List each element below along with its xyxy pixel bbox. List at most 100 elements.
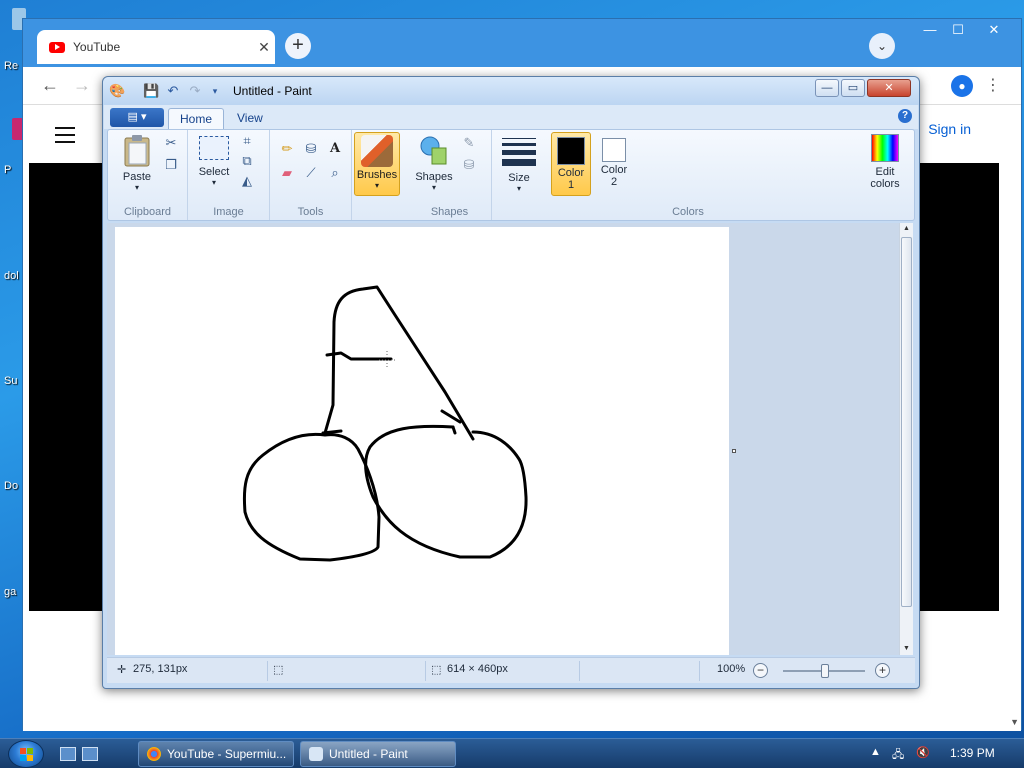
fill-bucket-icon[interactable]: ⛁ (302, 140, 320, 158)
color1-swatch (557, 137, 585, 165)
more-menu-icon[interactable]: ⋮ (985, 75, 1001, 95)
zoom-slider-knob[interactable] (821, 664, 829, 678)
customize-toolbar-icon[interactable]: ▾ (207, 83, 223, 99)
tab-search-icon[interactable]: ⌄ (869, 33, 895, 59)
drawing-strokes (242, 285, 528, 562)
status-divider (425, 661, 426, 681)
vertical-scrollbar[interactable]: ▲ ▼ (899, 223, 913, 655)
redo-icon[interactable]: ↷ (187, 83, 203, 99)
forward-arrow-icon[interactable]: → (73, 75, 91, 96)
minimize-button[interactable]: — (815, 79, 839, 97)
undo-icon[interactable]: ↶ (165, 83, 181, 99)
color2-swatch (602, 138, 626, 162)
status-divider (579, 661, 580, 681)
rainbow-palette-icon (871, 134, 899, 162)
shapes-button[interactable]: Shapes ▾ (412, 134, 456, 192)
sign-in-link[interactable]: Sign in (928, 121, 971, 137)
paint-app-icon[interactable]: 🎨 (109, 83, 125, 99)
outline-icon[interactable]: ✎ (460, 134, 478, 152)
line-thickest-icon (502, 159, 536, 166)
zoom-out-button[interactable]: − (753, 663, 768, 678)
resize-icon[interactable]: ⧉ (238, 152, 256, 170)
cursor-position: 275, 131px (133, 663, 188, 675)
brushes-button[interactable]: Brushes ▾ (354, 132, 400, 196)
help-icon[interactable]: ? (898, 109, 912, 123)
scroll-down-icon[interactable]: ▼ (900, 643, 913, 655)
minimize-button[interactable]: — (917, 21, 943, 39)
color2-number: 2 (610, 176, 618, 188)
pencil-icon[interactable]: ✏ (278, 140, 296, 158)
crop-icon[interactable]: ⌗ (238, 132, 256, 150)
close-button[interactable]: ✕ (981, 21, 1007, 39)
tab-title: YouTube (73, 40, 121, 54)
text-tool-icon[interactable]: A (326, 140, 344, 158)
canvas-size: 614 × 460px (447, 663, 508, 675)
magnifier-icon[interactable]: ⌕ (326, 164, 344, 182)
paste-button[interactable]: Paste ▾ (116, 134, 158, 192)
switch-windows-icon[interactable] (82, 747, 98, 761)
close-button[interactable]: ✕ (867, 79, 911, 97)
taskbar: YouTube - Supermiu... Untitled - Paint ▲… (0, 738, 1024, 768)
tab-view[interactable]: View (226, 108, 274, 129)
chevron-down-icon: ▾ (134, 183, 139, 192)
canvas-workspace (107, 223, 899, 655)
system-clock[interactable]: 1:39 PM (950, 746, 995, 760)
back-arrow-icon[interactable]: ← (41, 75, 59, 96)
taskbar-item-label: Untitled - Paint (329, 747, 408, 761)
scrollbar-thumb[interactable] (901, 237, 912, 607)
status-bar: ✛ 275, 131px ⬚ ⬚ 614 × 460px 100% − + (107, 657, 915, 683)
status-divider (699, 661, 700, 681)
select-label: Select (198, 166, 230, 178)
edit-colors-button[interactable]: Edit colors (860, 134, 910, 190)
cut-icon[interactable]: ✂ (162, 134, 180, 152)
paint-titlebar: 🎨 💾 ↶ ↷ ▾ Untitled - Paint — ▭ ✕ (103, 77, 919, 105)
eraser-icon[interactable]: ▰ (278, 164, 296, 182)
show-desktop-icon[interactable] (60, 747, 76, 761)
color1-button[interactable]: Color 1 (551, 132, 591, 196)
fill-icon[interactable]: ⛁ (460, 156, 478, 174)
volume-muted-icon[interactable]: 🔇 (916, 746, 930, 759)
maximize-button[interactable]: ▭ (841, 79, 865, 97)
windows-logo-icon (20, 748, 34, 762)
zoom-slider[interactable] (783, 664, 865, 678)
profile-avatar[interactable]: ● (951, 75, 973, 97)
copy-icon[interactable]: ❐ (162, 156, 180, 174)
zoom-in-button[interactable]: + (875, 663, 890, 678)
line-medium-icon (502, 143, 536, 146)
maximize-button[interactable]: ☐ (945, 21, 971, 39)
image-group: Select ▾ ⌗ ⧉ ◭ Image (188, 130, 270, 220)
canvas-resize-handle-right[interactable] (732, 449, 736, 453)
start-button[interactable] (8, 740, 44, 768)
chevron-down-icon: ▾ (374, 181, 379, 190)
scroll-down-arrow-icon[interactable]: ▼ (1010, 717, 1019, 727)
show-hidden-icons[interactable]: ▲ (870, 746, 881, 758)
scroll-up-icon[interactable]: ▲ (900, 223, 913, 235)
taskbar-item-chrome[interactable]: YouTube - Supermiu... (138, 741, 294, 767)
color-picker-icon[interactable]: ⟋ (302, 164, 320, 182)
file-menu-button[interactable]: ▤ ▾ (110, 108, 164, 127)
hamburger-menu-icon[interactable] (55, 127, 75, 148)
color-palette (634, 136, 858, 202)
size-button[interactable]: Size ▾ (500, 136, 538, 193)
network-icon[interactable]: 🖧 (892, 746, 904, 765)
brush-icon (361, 135, 393, 167)
tab-youtube[interactable]: YouTube ✕ (37, 30, 275, 64)
color2-button[interactable]: Color 2 (594, 132, 634, 196)
taskbar-item-paint[interactable]: Untitled - Paint (300, 741, 456, 767)
colors-group: Color 1 Color 2 Edit colors Colors (548, 130, 916, 220)
clipboard-group: Paste ▾ ✂ ❐ Clipboard (108, 130, 188, 220)
size-group: Size ▾ (492, 130, 548, 220)
ribbon: Paste ▾ ✂ ❐ Clipboard Select ▾ ⌗ ⧉ ◭ Ima… (107, 129, 915, 221)
tab-home[interactable]: Home (168, 108, 225, 129)
chevron-down-icon: ▾ (516, 184, 521, 193)
new-tab-button[interactable]: + (285, 33, 311, 59)
paint-window: 🎨 💾 ↶ ↷ ▾ Untitled - Paint — ▭ ✕ ▤ ▾ Hom… (102, 76, 920, 689)
drawing-canvas[interactable] (115, 227, 729, 655)
save-icon[interactable]: 💾 (143, 83, 159, 99)
select-button[interactable]: Select ▾ (194, 136, 234, 187)
color2-label: Color (600, 164, 628, 176)
canvas-size-icon: ⬚ (431, 664, 442, 676)
taskbar-item-label: YouTube - Supermiu... (167, 747, 287, 761)
tab-close-icon[interactable]: ✕ (253, 39, 275, 56)
rotate-icon[interactable]: ◭ (238, 172, 256, 190)
